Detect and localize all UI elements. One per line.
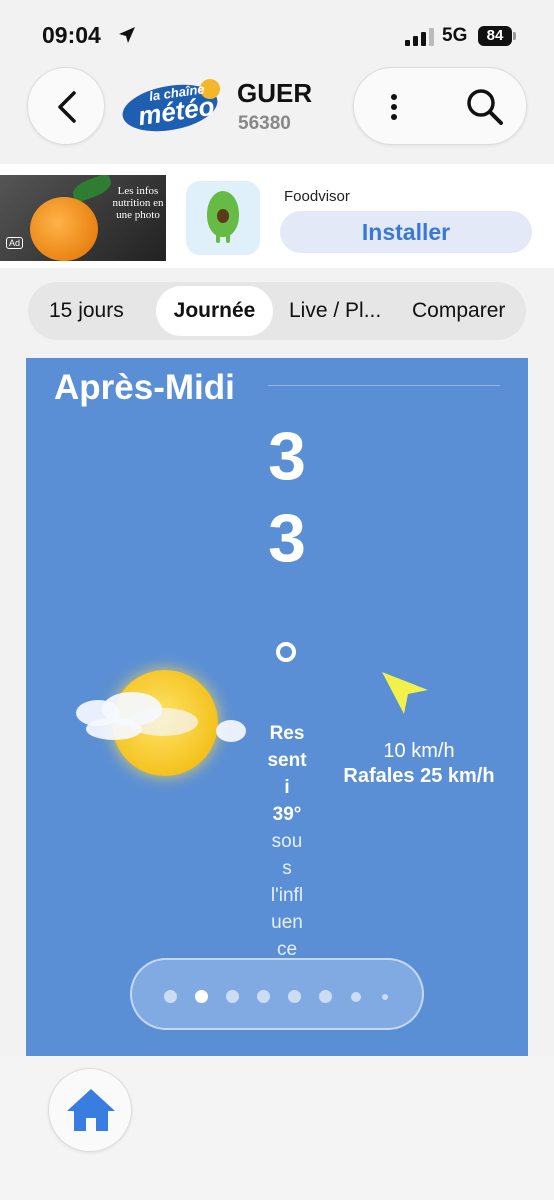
feels-like-label: s xyxy=(282,858,292,879)
temperature: 3 3 xyxy=(254,416,320,580)
temperature-digit: 3 xyxy=(268,500,306,576)
chevron-left-icon xyxy=(58,91,76,123)
page-dot[interactable] xyxy=(288,990,301,1003)
battery-icon: 84 xyxy=(478,26,512,46)
back-button[interactable] xyxy=(27,67,105,145)
status-time: 09:04 xyxy=(42,22,101,48)
tab-live-pluie[interactable]: Live / Pl... xyxy=(289,286,381,336)
wind-info: 10 km/h Rafales 25 km/h xyxy=(314,740,524,788)
tab-comparer[interactable]: Comparer xyxy=(412,286,505,336)
feels-like-value: 39° xyxy=(272,804,302,825)
feels-like-label: uen xyxy=(271,912,303,933)
page-indicator[interactable] xyxy=(130,958,424,1030)
search-icon[interactable] xyxy=(464,86,506,133)
home-button[interactable] xyxy=(48,1068,132,1152)
title-divider xyxy=(268,385,500,386)
ad-banner[interactable]: Les infos nutrition en une photo Ad Food… xyxy=(0,164,554,268)
battery-tip xyxy=(513,32,516,40)
page-dot[interactable] xyxy=(226,990,239,1003)
page-dot[interactable] xyxy=(319,990,332,1003)
page-dot[interactable] xyxy=(351,992,361,1002)
tab-15-jours[interactable]: 15 jours xyxy=(49,286,124,336)
sun-partly-cloudy-icon xyxy=(72,668,252,778)
page-dot[interactable] xyxy=(257,990,270,1003)
feels-like-label: sent xyxy=(267,750,307,771)
install-button[interactable]: Installer xyxy=(280,211,532,253)
ad-image[interactable]: Les infos nutrition en une photo Ad xyxy=(0,175,166,261)
city-name: GUER xyxy=(237,78,313,108)
more-options-icon[interactable] xyxy=(390,93,398,126)
avocado-leg xyxy=(216,233,220,243)
tab-journee[interactable]: Journée xyxy=(156,286,273,336)
header-actions xyxy=(353,67,527,145)
avocado-leg xyxy=(226,233,230,243)
network-type: 5G xyxy=(442,25,468,46)
ad-tag: Ad xyxy=(6,237,24,249)
feels-like-label: l'infl xyxy=(270,885,304,906)
degree-symbol xyxy=(276,642,296,662)
temperature-digit: 3 xyxy=(268,418,306,494)
page-dot[interactable] xyxy=(382,994,388,1000)
location-arrow-icon xyxy=(118,26,136,49)
cloud-shape xyxy=(86,718,142,740)
status-bar: 09:04 5G 84 xyxy=(0,0,554,70)
period-title: Après-Midi xyxy=(54,368,235,407)
la-chaine-meteo-logo[interactable]: la chaîne météo xyxy=(122,76,226,134)
wind-direction-arrow-icon xyxy=(378,668,434,729)
feels-like-label: i xyxy=(284,777,290,798)
feels-like-label: Res xyxy=(269,723,305,744)
cellular-signal-icon xyxy=(405,28,434,46)
feels-like-text: Res sent i 39° sou s l'infl uen ce xyxy=(259,720,315,970)
home-icon xyxy=(67,1089,115,1131)
feels-like-label: sou xyxy=(271,831,303,852)
wind-speed: 10 km/h xyxy=(383,740,455,762)
postal-code: 56380 xyxy=(238,113,291,134)
foodvisor-app-icon[interactable] xyxy=(186,181,260,255)
page-dot-active[interactable] xyxy=(195,990,208,1003)
ad-app-name: Foodvisor xyxy=(284,188,350,205)
orange-fruit-image xyxy=(30,197,98,261)
weather-card[interactable]: Après-Midi 3 3 Res sent i 39° sou s l'in… xyxy=(26,358,528,1056)
page-dot[interactable] xyxy=(164,990,177,1003)
view-tabs: 15 jours Journée Live / Pl... Comparer xyxy=(28,282,526,340)
wind-gusts: Rafales 25 km/h xyxy=(343,765,495,787)
ad-image-text: Les infos nutrition en une photo xyxy=(112,185,164,221)
cloud-shape xyxy=(216,720,246,742)
avocado-pit xyxy=(217,209,229,223)
bottom-bar xyxy=(0,1056,554,1200)
